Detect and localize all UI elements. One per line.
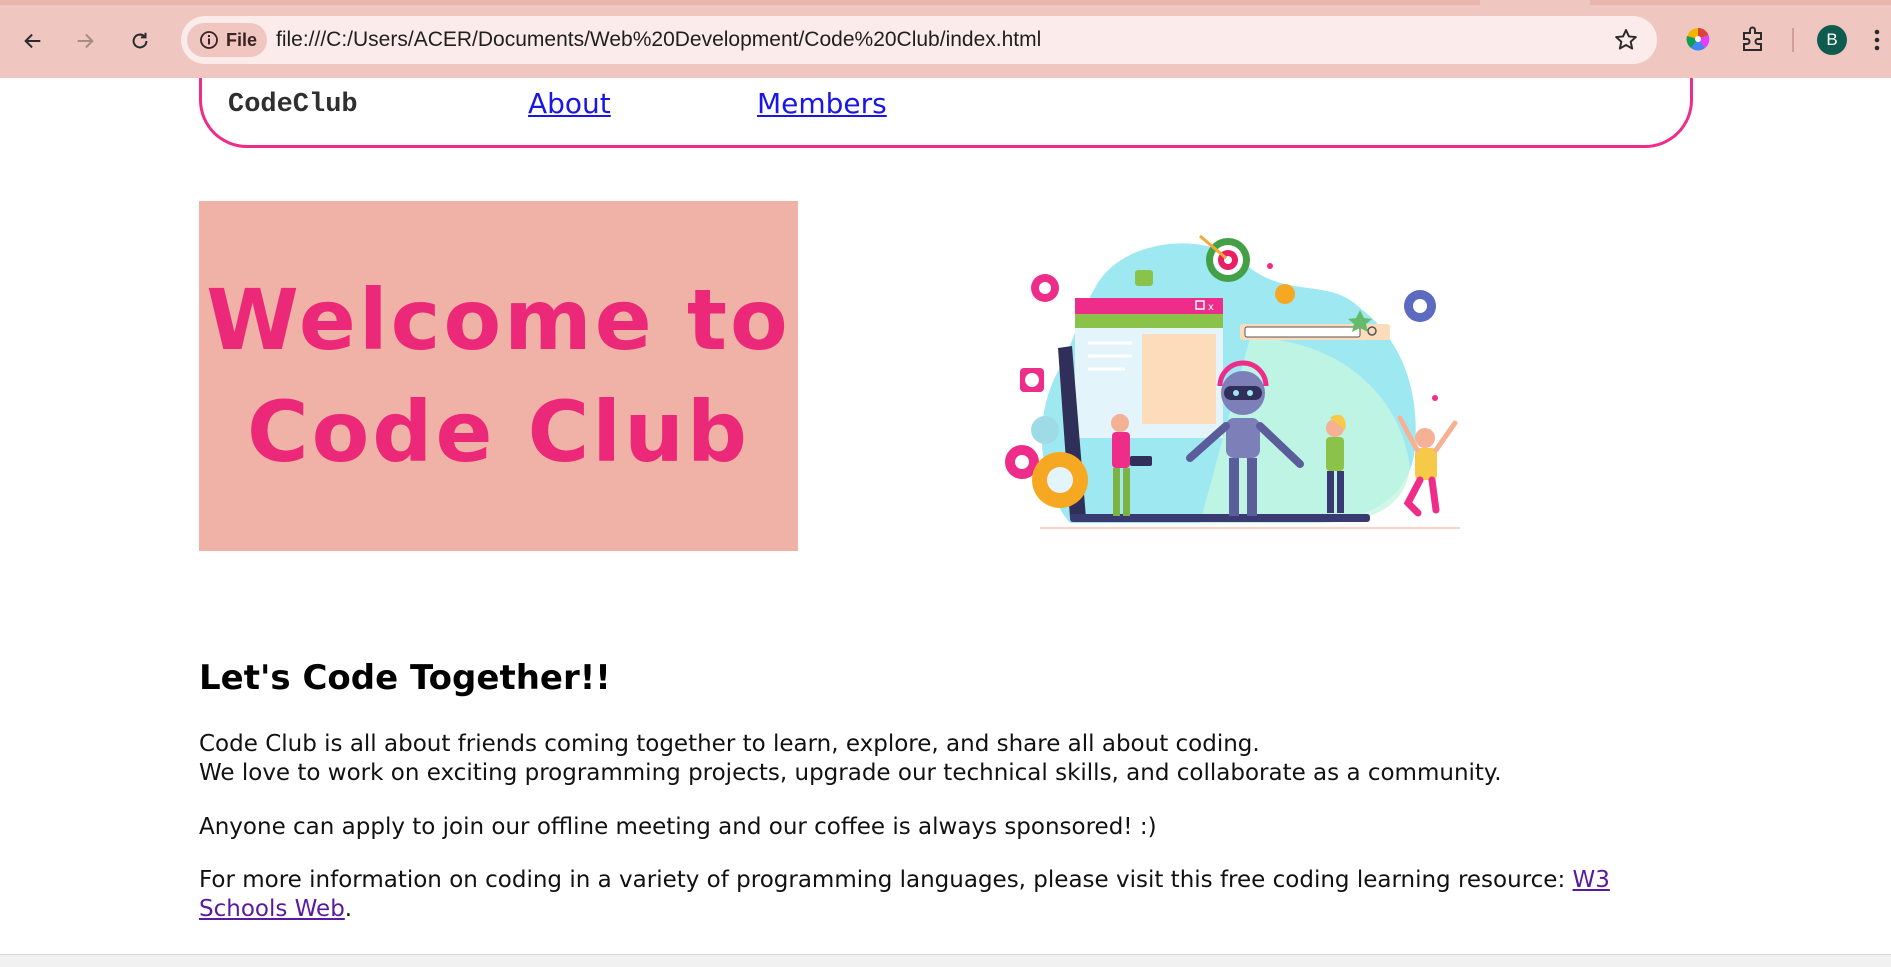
chip-label: File xyxy=(226,29,258,50)
info-icon xyxy=(200,31,218,49)
intro-line-2: We love to work on exciting programming … xyxy=(199,760,1502,786)
coffee-paragraph: Anyone can apply to join our offline mee… xyxy=(199,814,1157,840)
resource-end: . xyxy=(344,896,353,922)
back-button[interactable] xyxy=(14,22,52,60)
url-text[interactable]: file:///C:/Users/ACER/Documents/Web%20De… xyxy=(276,16,1041,64)
welcome-banner: Welcome to Code Club xyxy=(199,201,798,551)
svg-text:x: x xyxy=(1208,302,1214,313)
coding-kids-robot-illustration: x xyxy=(1005,234,1460,529)
brand-logo[interactable]: CodeClub xyxy=(228,90,358,120)
page-viewport: CodeClub About Members Welcome to Code C… xyxy=(0,78,1891,954)
profile-avatar[interactable]: B xyxy=(1817,25,1847,55)
site-navbar: CodeClub About Members xyxy=(199,78,1693,148)
toolbar-separator xyxy=(1792,28,1794,52)
forward-icon xyxy=(77,33,94,49)
forward-button[interactable] xyxy=(66,22,104,60)
nav-link-members[interactable]: Members xyxy=(757,87,887,120)
section-heading: Let's Code Together!! xyxy=(199,658,611,698)
color-wheel-extension-icon[interactable] xyxy=(1683,24,1713,54)
banner-line-2: Code Club xyxy=(246,383,751,481)
puzzle-extensions-icon[interactable] xyxy=(1738,24,1768,54)
intro-line-1: Code Club is all about friends coming to… xyxy=(199,731,1260,757)
more-menu-icon[interactable] xyxy=(1870,26,1884,54)
resource-paragraph: For more information on coding in a vari… xyxy=(199,866,1679,924)
intro-paragraph: Code Club is all about friends coming to… xyxy=(199,730,1699,788)
resource-text: For more information on coding in a vari… xyxy=(199,867,1573,893)
site-info-chip[interactable]: File xyxy=(187,23,267,57)
reload-icon xyxy=(132,32,148,49)
reload-button[interactable] xyxy=(121,22,159,60)
browser-toolbar: File file:///C:/Users/ACER/Documents/Web… xyxy=(0,0,1891,79)
tab-strip xyxy=(0,0,1891,5)
star-icon[interactable] xyxy=(1613,27,1639,53)
banner-line-1: Welcome to xyxy=(206,271,791,369)
back-icon xyxy=(24,33,41,49)
address-bar[interactable]: File file:///C:/Users/ACER/Documents/Web… xyxy=(181,16,1657,64)
horizontal-scrollbar[interactable] xyxy=(0,954,1891,967)
nav-link-about[interactable]: About xyxy=(528,87,611,120)
